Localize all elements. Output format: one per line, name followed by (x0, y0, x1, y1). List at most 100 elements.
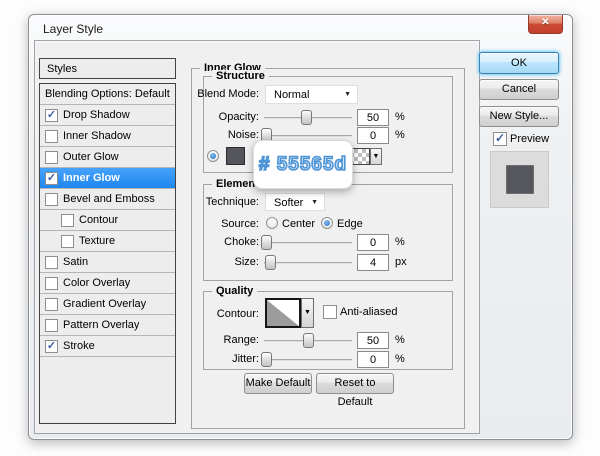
style-checkbox-checked[interactable]: ✓ (45, 339, 58, 353)
jitter-label: Jitter: (232, 353, 259, 365)
sidebar-item-drop-shadow[interactable]: ✓ Drop Shadow (40, 105, 175, 126)
sidebar-item-satin[interactable]: Satin (40, 252, 175, 273)
style-checkbox[interactable] (45, 129, 58, 143)
source-label: Source: (221, 218, 259, 230)
sidebar-item-blending-options-default[interactable]: Blending Options: Default (40, 84, 175, 105)
sidebar-item-label: Bevel and Emboss (63, 193, 155, 205)
size-unit: px (395, 256, 407, 268)
cancel-button[interactable]: Cancel (479, 79, 559, 100)
range-slider[interactable] (264, 332, 352, 348)
preview-label: Preview (510, 133, 550, 145)
source-edge-radio[interactable] (321, 217, 333, 229)
antialiased-checkbox[interactable] (323, 305, 337, 319)
contour-label: Contour: (216, 308, 259, 320)
range-field[interactable]: 50 (357, 332, 389, 349)
noise-field[interactable]: 0 (357, 127, 389, 144)
choke-label: Choke: (224, 236, 259, 248)
dialog-title: Layer Style (43, 22, 104, 36)
new-style-button[interactable]: New Style... (479, 106, 559, 127)
preview-layer-swatch (505, 165, 534, 194)
preview-thumbnail (490, 151, 549, 208)
source-center-label: Center (282, 218, 316, 230)
color-hex-tooltip: # 55565d (253, 140, 353, 189)
close-button[interactable]: ✕ (528, 15, 563, 34)
opacity-field[interactable]: 50 (357, 109, 389, 126)
sidebar-item-label: Texture (79, 235, 116, 247)
sidebar-item-label: Blending Options: Default (45, 88, 170, 100)
style-checkbox[interactable] (61, 234, 74, 248)
slider-track (264, 135, 352, 137)
source-edge-label: Edge (337, 218, 363, 230)
sidebar-item-inner-shadow[interactable]: Inner Shadow (40, 126, 175, 147)
size-label: Size: (234, 256, 259, 268)
opacity-unit: % (395, 111, 405, 123)
sidebar-item-inner-glow[interactable]: ✓ Inner Glow (40, 168, 175, 189)
close-icon: ✕ (541, 17, 550, 28)
reset-to-default-button[interactable]: Reset to Default (316, 373, 394, 408)
style-checkbox[interactable] (45, 192, 58, 206)
ok-button[interactable]: OK (479, 52, 559, 74)
technique-label: Technique: (205, 196, 259, 208)
antialiased-label: Anti-aliased (340, 306, 398, 318)
style-checkbox[interactable] (61, 213, 74, 227)
preview-checkbox[interactable]: ✓ (493, 132, 507, 146)
sidebar-item-bevel-and-emboss[interactable]: Bevel and Emboss (40, 189, 175, 210)
sidebar-item-outer-glow[interactable]: Outer Glow (40, 147, 175, 168)
contour-picker-arrow[interactable]: ▼ (301, 298, 314, 328)
sidebar-item-label: Inner Shadow (63, 130, 131, 142)
quality-title: Quality (212, 285, 258, 297)
style-checkbox[interactable] (45, 276, 58, 290)
size-slider-thumb[interactable] (265, 255, 277, 270)
range-unit: % (395, 334, 405, 346)
chevron-down-icon: ▼ (311, 199, 318, 206)
layer-style-dialog: Layer Style ✕ Styles Blending Options: D… (28, 14, 573, 440)
size-slider[interactable] (264, 254, 352, 270)
choke-slider-thumb[interactable] (260, 235, 272, 250)
sidebar-item-label: Color Overlay (63, 277, 131, 289)
source-center-radio[interactable] (266, 217, 278, 229)
noise-unit: % (395, 129, 405, 141)
contour-picker[interactable] (265, 298, 301, 328)
styles-list: Blending Options: Default ✓ Drop Shadow Inn… (39, 83, 176, 424)
range-slider-thumb[interactable] (303, 333, 314, 348)
color-hex-value: # 55565d (258, 153, 348, 176)
sidebar-item-label: Stroke (63, 340, 95, 352)
sidebar-item-color-overlay[interactable]: Color Overlay (40, 273, 175, 294)
noise-label: Noise: (227, 129, 259, 141)
sidebar-item-contour[interactable]: Contour (40, 210, 175, 231)
choke-slider[interactable] (260, 234, 352, 250)
sidebar-item-label: Gradient Overlay (63, 298, 147, 310)
style-checkbox[interactable] (45, 297, 58, 311)
style-checkbox-checked[interactable]: ✓ (45, 171, 58, 185)
opacity-label: Opacity: (218, 111, 259, 123)
glow-color-swatch[interactable] (226, 147, 245, 165)
style-checkbox[interactable] (45, 318, 58, 332)
opacity-slider-thumb[interactable] (301, 110, 313, 125)
style-checkbox[interactable] (45, 255, 58, 269)
size-field[interactable]: 4 (357, 254, 389, 271)
chevron-down-icon: ▼ (372, 153, 380, 160)
blend-mode-label: Blend Mode: (197, 88, 259, 100)
gradient-picker-arrow[interactable]: ▼ (370, 148, 382, 165)
color-radio[interactable] (207, 150, 219, 162)
sidebar-item-label: Inner Glow (63, 172, 120, 184)
opacity-slider[interactable] (264, 109, 352, 125)
choke-field[interactable]: 0 (357, 234, 389, 251)
blend-mode-dropdown[interactable]: Normal ▼ (265, 85, 358, 104)
structure-title: Structure (212, 70, 269, 82)
jitter-slider[interactable] (260, 351, 352, 367)
style-checkbox-checked[interactable]: ✓ (45, 108, 58, 122)
slider-track (264, 242, 352, 244)
sidebar-item-label: Outer Glow (63, 151, 119, 163)
slider-track (264, 359, 352, 361)
sidebar-item-gradient-overlay[interactable]: Gradient Overlay (40, 294, 175, 315)
sidebar-item-stroke[interactable]: ✓ Stroke (40, 336, 175, 357)
chevron-down-icon: ▼ (344, 91, 351, 98)
jitter-slider-thumb[interactable] (260, 352, 272, 367)
make-default-button[interactable]: Make Default (244, 373, 312, 394)
technique-dropdown[interactable]: Softer ▼ (265, 193, 325, 211)
sidebar-item-texture[interactable]: Texture (40, 231, 175, 252)
style-checkbox[interactable] (45, 150, 58, 164)
jitter-field[interactable]: 0 (357, 351, 389, 368)
sidebar-item-pattern-overlay[interactable]: Pattern Overlay (40, 315, 175, 336)
